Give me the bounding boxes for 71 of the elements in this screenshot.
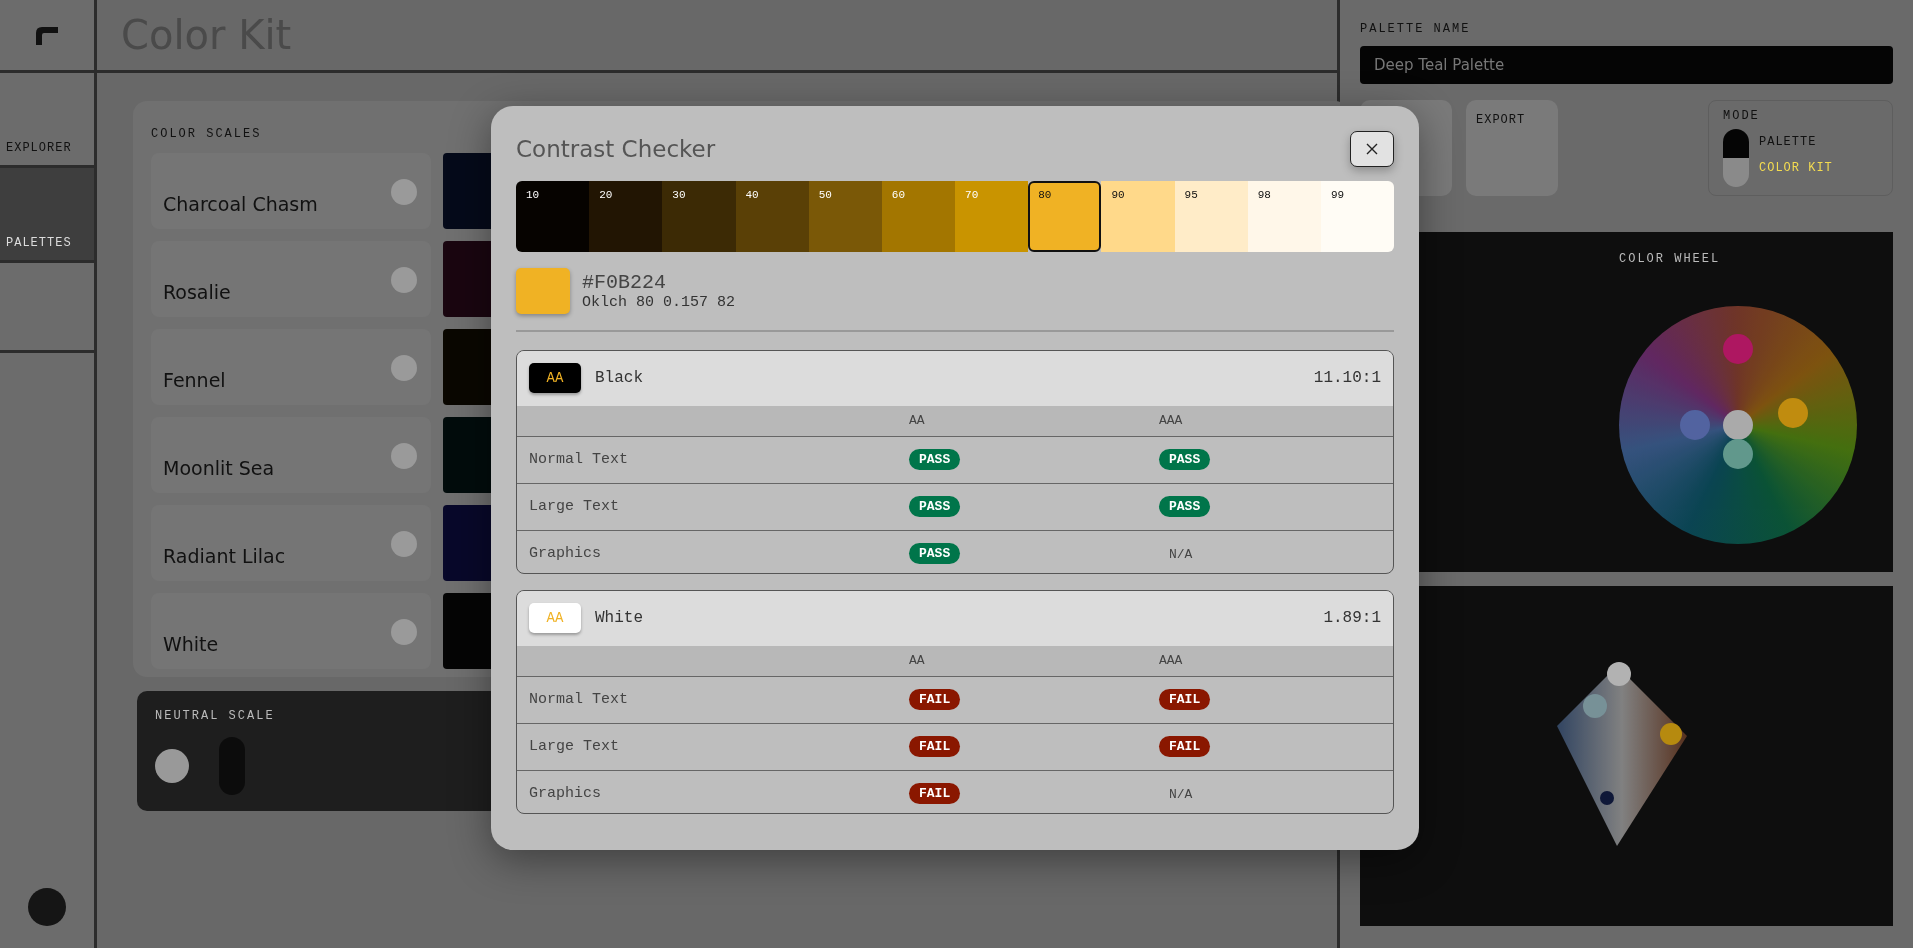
scale-card[interactable]: Rosalie (151, 241, 431, 317)
section-label: NEUTRAL SCALE (155, 709, 276, 723)
contrast-ratio: 1.89:1 (1323, 609, 1381, 628)
oklch-value: Oklch 80 0.157 82 (582, 293, 736, 311)
text-color-name: Black (595, 369, 644, 388)
toggle-knob[interactable] (391, 531, 417, 557)
mode-option[interactable]: PALETTE (1759, 135, 1833, 149)
row-label: Large Text (528, 498, 620, 516)
color-swatch[interactable]: 50 (808, 181, 882, 252)
not-applicable-text: N/A (1168, 546, 1193, 562)
scale-card[interactable]: Charcoal Chasm (151, 153, 431, 229)
toggle-switch[interactable] (1723, 129, 1749, 187)
status-badge: PASS (1159, 496, 1211, 518)
color-chip (516, 267, 570, 314)
status-badge: PASS (1159, 449, 1211, 471)
nav-item[interactable]: PALETTES (0, 168, 94, 263)
color-swatch[interactable]: 80 (1028, 181, 1102, 252)
column-header: AA (909, 653, 926, 669)
toggle-knob[interactable] (391, 355, 417, 381)
contrast-sample: AA (529, 603, 581, 634)
color-swatch[interactable]: 20 (589, 181, 663, 252)
color-swatch[interactable]: 99 (1320, 181, 1394, 252)
color-swatch[interactable]: 70 (955, 181, 1029, 252)
mode-option[interactable]: COLOR KIT (1759, 161, 1833, 175)
field-label: PALETTE NAME (1360, 22, 1472, 36)
row-label: Normal Text (528, 691, 630, 709)
color-swatch[interactable]: 98 (1247, 181, 1321, 252)
color-swatch[interactable]: 90 (1101, 181, 1175, 252)
scale-card[interactable]: Radiant Lilac (151, 505, 431, 581)
status-badge: FAIL (1159, 736, 1211, 758)
scale-card[interactable]: Moonlit Sea (151, 417, 431, 493)
status-badge: PASS (909, 449, 961, 471)
status-badge: FAIL (1159, 689, 1211, 711)
color-swatch[interactable]: 30 (662, 181, 736, 252)
text-color-name: White (595, 609, 644, 628)
color-swatch[interactable]: 60 (881, 181, 956, 252)
status-badge: FAIL (909, 689, 961, 711)
export-button[interactable]: EXPORT (1466, 100, 1558, 196)
row-label: Normal Text (528, 451, 630, 469)
name-field[interactable]: Deep Teal Palette (1360, 46, 1893, 84)
column-header: AA (909, 413, 926, 429)
color-swatch[interactable]: 10 (516, 181, 590, 252)
close-icon (1366, 142, 1378, 155)
toggle-knob[interactable] (391, 267, 417, 293)
close-button[interactable] (1350, 130, 1394, 167)
row-label: Graphics (528, 545, 602, 563)
hex-value: #F0B224 (582, 270, 667, 294)
toggle-knob[interactable] (391, 443, 417, 469)
color-swatch[interactable]: 95 (1174, 181, 1248, 252)
dialog-title: Contrast Checker (516, 135, 716, 162)
status-badge: PASS (909, 543, 961, 565)
status-badge: FAIL (909, 783, 961, 805)
color-dot (155, 749, 189, 783)
not-applicable-text: N/A (1168, 786, 1193, 802)
toggle-knob[interactable] (391, 619, 417, 645)
toggle-knob[interactable] (391, 179, 417, 205)
mode-label: MODE (1723, 109, 1761, 123)
row-label: Graphics (528, 785, 602, 803)
contrast-ratio: 11.10:1 (1313, 369, 1381, 388)
status-badge: PASS (909, 496, 961, 518)
status-badge: FAIL (909, 736, 961, 758)
settings-button[interactable] (28, 888, 66, 926)
scale-card[interactable]: Fennel (151, 329, 431, 405)
color-swatch[interactable]: 40 (735, 181, 809, 252)
column-header: AAA (1159, 653, 1184, 669)
panel-label: COLOR WHEEL (1619, 252, 1722, 266)
row-label: Large Text (528, 738, 620, 756)
scale-card[interactable]: White (151, 593, 431, 669)
section-label: COLOR SCALES (151, 127, 263, 141)
contrast-sample: AA (529, 363, 581, 394)
column-header: AAA (1159, 413, 1184, 429)
